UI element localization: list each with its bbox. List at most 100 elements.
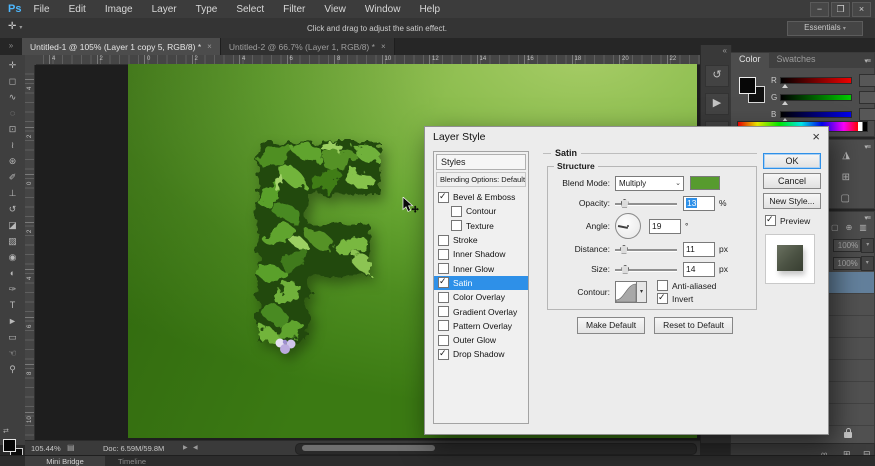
healing-brush-tool[interactable]: ⊛ xyxy=(0,151,25,167)
lock-transparency-icon[interactable]: ▢ xyxy=(831,223,839,232)
workspace-switcher[interactable]: Essentials ▾ xyxy=(787,21,863,36)
red-slider[interactable] xyxy=(780,76,852,88)
tab-color[interactable]: Color xyxy=(731,53,769,68)
status-arrow-icon[interactable]: ▶ xyxy=(183,444,188,451)
checkbox[interactable] xyxy=(438,291,449,303)
contour-dropdown-icon[interactable]: ▾ xyxy=(637,281,647,303)
restore-button[interactable]: ❐ xyxy=(831,2,850,17)
size-slider[interactable] xyxy=(615,264,677,274)
menu-item[interactable]: Edit xyxy=(69,4,86,15)
checkbox[interactable] xyxy=(451,205,462,217)
anti-aliased-option[interactable]: Anti-aliased xyxy=(657,280,716,292)
green-slider[interactable] xyxy=(780,93,852,105)
style-item[interactable]: Texture xyxy=(434,219,528,233)
style-item[interactable]: Inner Glow xyxy=(434,261,528,275)
lock-all-icon[interactable]: ▥ xyxy=(859,223,867,232)
type-tool[interactable]: T xyxy=(0,295,25,311)
cancel-button[interactable]: Cancel xyxy=(763,173,821,189)
blue-value-field[interactable]: 0 xyxy=(859,107,875,121)
actions-panel-icon[interactable]: ▶ xyxy=(705,93,729,115)
fill-field[interactable]: 100% xyxy=(832,257,861,270)
horizontal-scrollbar[interactable] xyxy=(295,443,697,455)
invert-option[interactable]: Invert xyxy=(657,292,716,305)
style-item[interactable]: Satin xyxy=(434,275,528,291)
checkbox[interactable] xyxy=(438,306,449,318)
tab-timeline[interactable]: Timeline xyxy=(118,456,146,466)
crop-tool[interactable]: ⊡ xyxy=(0,119,25,135)
brush-tool[interactable]: ✐ xyxy=(0,167,25,183)
menu-item[interactable]: Filter xyxy=(283,4,305,15)
opacity-slider[interactable] xyxy=(615,198,677,208)
history-panel-icon[interactable]: ↺ xyxy=(705,65,729,87)
tab-swatches[interactable]: Swatches xyxy=(769,53,824,68)
checkbox[interactable] xyxy=(438,248,449,260)
checkbox[interactable] xyxy=(438,234,449,246)
style-item[interactable]: Outer Glow xyxy=(434,333,528,347)
style-item[interactable]: Inner Shadow xyxy=(434,247,528,261)
marquee-tool[interactable]: ◻ xyxy=(0,71,25,87)
blue-slider[interactable] xyxy=(780,110,852,122)
foreground-color-chip[interactable] xyxy=(3,439,16,452)
panel-menu-icon[interactable]: ▾≡ xyxy=(864,57,871,65)
document-tab[interactable]: Untitled-2 @ 66.7% (Layer 1, RGB/8) * × xyxy=(220,38,395,55)
slider-thumb[interactable] xyxy=(620,198,629,208)
checkbox[interactable] xyxy=(438,276,449,289)
scrollbar-thumb[interactable] xyxy=(302,445,435,451)
lock-position-icon[interactable]: ⊕ xyxy=(846,223,853,232)
close-button[interactable]: × xyxy=(852,2,871,17)
menu-item[interactable]: Image xyxy=(105,4,133,15)
angle-dial[interactable] xyxy=(615,213,641,239)
checkbox[interactable] xyxy=(765,214,776,226)
close-icon[interactable]: × xyxy=(812,129,820,144)
checkbox[interactable] xyxy=(657,292,668,304)
checkbox[interactable] xyxy=(438,263,449,275)
checkbox[interactable] xyxy=(438,191,449,203)
style-item[interactable]: Contour xyxy=(434,204,528,218)
tab-overflow-icon[interactable]: » xyxy=(0,38,22,55)
angle-field[interactable]: 19 xyxy=(649,218,681,234)
make-default-button[interactable]: Make Default xyxy=(577,317,646,334)
menu-item[interactable]: Type xyxy=(196,4,218,15)
red-value-field[interactable]: 0 xyxy=(859,73,875,87)
move-tool-icon[interactable]: ✛ ▾ xyxy=(8,21,22,32)
style-item[interactable]: Bevel & Emboss xyxy=(434,190,528,204)
minimize-button[interactable]: − xyxy=(810,2,829,17)
close-icon[interactable]: × xyxy=(207,42,212,51)
swap-colors-icon[interactable]: ⇄ xyxy=(3,427,9,435)
document-tab[interactable]: Untitled-1 @ 105% (Layer 1 copy 5, RGB/8… xyxy=(22,38,221,55)
rounded-rect-icon[interactable]: ▢ xyxy=(841,193,850,204)
move-tool[interactable]: ✛ xyxy=(0,55,25,71)
style-item[interactable]: Stroke xyxy=(434,233,528,247)
pen-tool[interactable]: ✑ xyxy=(0,279,25,295)
shape-tool[interactable]: ▭ xyxy=(0,327,25,343)
slider-thumb[interactable] xyxy=(619,244,628,254)
slider-thumb[interactable] xyxy=(782,83,788,88)
status-arrow-icon[interactable]: ◀ xyxy=(193,444,198,451)
hand-tool[interactable]: ☜ xyxy=(0,343,25,359)
eyedropper-tool[interactable]: ≀ xyxy=(0,135,25,151)
menu-item[interactable]: Help xyxy=(419,4,440,15)
dodge-tool[interactable]: ◐ xyxy=(0,263,25,279)
history-brush-tool[interactable]: ↺ xyxy=(0,199,25,215)
clone-stamp-tool[interactable]: ⊥ xyxy=(0,183,25,199)
slider-thumb[interactable] xyxy=(621,264,630,274)
lasso-tool[interactable]: ∿ xyxy=(0,87,25,103)
gradient-tool[interactable]: ▨ xyxy=(0,231,25,247)
foreground-color-chip[interactable] xyxy=(739,77,756,94)
menu-item[interactable]: Select xyxy=(236,4,264,15)
green-value-field[interactable]: 0 xyxy=(859,90,875,104)
panel-menu-icon[interactable]: ▾≡ xyxy=(864,214,871,222)
checkbox[interactable] xyxy=(438,320,449,332)
grid-icon[interactable]: ⊞ xyxy=(842,172,850,183)
checkbox[interactable] xyxy=(657,280,668,291)
styles-header[interactable]: Styles xyxy=(436,154,526,170)
style-item[interactable]: Color Overlay xyxy=(434,290,528,304)
style-item[interactable]: Pattern Overlay xyxy=(434,319,528,333)
checkbox[interactable] xyxy=(438,348,449,360)
path-selection-tool[interactable]: ► xyxy=(0,311,25,327)
style-item[interactable]: Drop Shadow xyxy=(434,347,528,361)
foreground-background-colors[interactable] xyxy=(739,77,765,103)
checkbox[interactable] xyxy=(451,220,462,232)
slider-thumb[interactable] xyxy=(782,100,788,105)
checkbox[interactable] xyxy=(438,334,449,346)
